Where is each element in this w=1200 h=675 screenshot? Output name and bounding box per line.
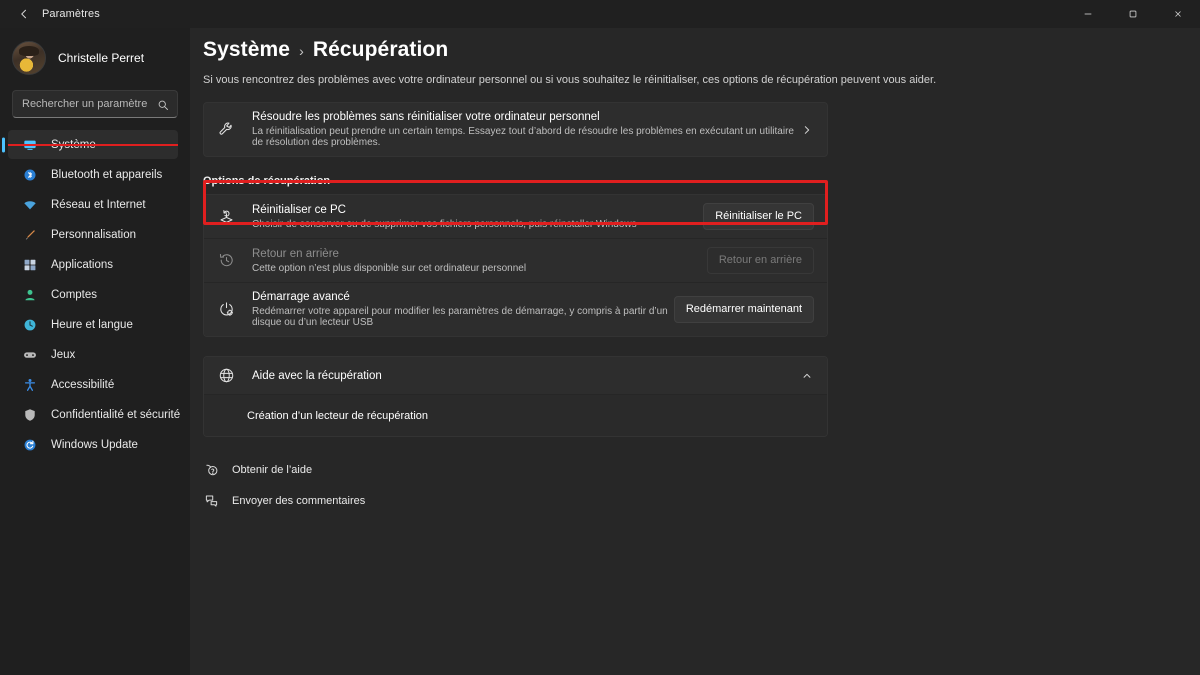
sidebar-item-windows-update[interactable]: Windows Update xyxy=(8,430,178,459)
sidebar-item-label: Jeux xyxy=(51,348,76,361)
breadcrumb-root[interactable]: Système xyxy=(203,38,290,62)
breadcrumb: Système › Récupération xyxy=(203,38,1200,62)
wifi-icon xyxy=(22,197,38,213)
maximize-button[interactable] xyxy=(1110,0,1155,28)
help-accordion-header[interactable]: Aide avec la récupération xyxy=(204,357,827,395)
sidebar-item-jeux[interactable]: Jeux xyxy=(8,340,178,369)
search-input[interactable] xyxy=(13,91,177,117)
help-accordion-text: Aide avec la récupération xyxy=(252,362,800,390)
sidebar-nav: Système Bluetooth et appareils Réseau et… xyxy=(0,130,190,459)
sidebar-item-label: Confidentialité et sécurité xyxy=(51,408,181,421)
go-back-subtitle: Cette option n’est plus disponible sur c… xyxy=(252,262,527,274)
bluetooth-icon xyxy=(22,167,38,183)
window-title: Paramètres xyxy=(42,8,100,20)
help-accordion-title: Aide avec la récupération xyxy=(252,369,382,382)
feedback-icon xyxy=(203,494,219,507)
troubleshoot-text: Résoudre les problèmes sans réinitialise… xyxy=(252,103,800,156)
search-box[interactable] xyxy=(12,90,178,118)
reset-pc-button[interactable]: Réinitialiser le PC xyxy=(703,203,814,230)
help-accordion: Aide avec la récupération Création d’un … xyxy=(203,356,828,437)
sidebar-item-applications[interactable]: Applications xyxy=(8,250,178,279)
sidebar-item-heure-et-langue[interactable]: Heure et langue xyxy=(8,310,178,339)
troubleshoot-subtitle: La réinitialisation peut prendre un cert… xyxy=(252,126,794,148)
advanced-startup-text: Démarrage avancé Redémarrer votre appare… xyxy=(252,283,674,336)
apps-icon xyxy=(22,257,38,273)
chevron-up-icon[interactable] xyxy=(800,371,814,381)
title-bar: Paramètres xyxy=(0,0,1200,28)
help-accordion-body: Création d’un lecteur de récupération xyxy=(204,395,827,436)
page-header: Système › Récupération Si vous rencontre… xyxy=(190,28,1200,86)
troubleshoot-section: Résoudre les problèmes sans réinitialise… xyxy=(190,102,1200,157)
advanced-startup-icon xyxy=(217,301,235,318)
gamepad-icon xyxy=(22,347,38,363)
sidebar-item-label: Windows Update xyxy=(51,438,138,451)
recovery-options-group: Réinitialiser ce PC Choisir de conserver… xyxy=(203,194,828,337)
sidebar-item-bluetooth-et-appareils[interactable]: Bluetooth et appareils xyxy=(8,160,178,189)
sidebar-item-comptes[interactable]: Comptes xyxy=(8,280,178,309)
sidebar-item-label: Accessibilité xyxy=(51,378,115,391)
go-back-text: Retour en arrière Cette option n’est plu… xyxy=(252,240,707,282)
sidebar-item-confidentialite-et-securite[interactable]: Confidentialité et sécurité xyxy=(8,400,181,429)
systeme-nav-underline xyxy=(8,144,178,146)
reset-pc-title: Réinitialiser ce PC xyxy=(252,203,346,216)
get-help-link[interactable]: Obtenir de l’aide xyxy=(195,459,1200,480)
create-recovery-drive-link[interactable]: Création d’un lecteur de récupération xyxy=(247,410,428,422)
update-icon xyxy=(22,437,38,453)
troubleshoot-title: Résoudre les problèmes sans réinitialise… xyxy=(252,111,600,123)
advanced-startup-row[interactable]: Démarrage avancé Redémarrer votre appare… xyxy=(204,283,827,336)
brush-icon xyxy=(22,227,38,243)
sidebar-item-label: Heure et langue xyxy=(51,318,133,331)
sidebar: Christelle Perret Système xyxy=(0,28,190,675)
recovery-section-label: Options de récupération xyxy=(203,175,331,187)
wrench-icon xyxy=(217,121,235,138)
send-feedback-label: Envoyer des commentaires xyxy=(232,494,366,507)
close-button[interactable] xyxy=(1155,0,1200,28)
profile-name: Christelle Perret xyxy=(58,51,145,65)
reset-pc-row[interactable]: Réinitialiser ce PC Choisir de conserver… xyxy=(204,195,827,239)
search-icon xyxy=(157,98,169,110)
go-back-row: Retour en arrière Cette option n’est plu… xyxy=(204,239,827,283)
get-help-label: Obtenir de l’aide xyxy=(232,463,313,476)
search-container xyxy=(0,90,190,118)
sidebar-item-label: Personnalisation xyxy=(51,228,137,241)
accessibility-icon xyxy=(22,377,38,393)
clock-icon xyxy=(22,317,38,333)
go-back-title: Retour en arrière xyxy=(252,247,339,260)
globe-help-icon xyxy=(217,367,235,384)
go-back-button: Retour en arrière xyxy=(706,247,814,274)
history-icon xyxy=(217,252,235,269)
main-content: Système › Récupération Si vous rencontre… xyxy=(190,28,1200,675)
minimize-button[interactable] xyxy=(1065,0,1110,28)
sidebar-item-label: Réseau et Internet xyxy=(51,198,146,211)
sidebar-item-label: Comptes xyxy=(51,288,98,301)
sidebar-item-personnalisation[interactable]: Personnalisation xyxy=(8,220,178,249)
reset-pc-subtitle: Choisir de conserver ou de supprimer vos… xyxy=(252,218,637,230)
help-icon xyxy=(203,463,219,476)
chevron-right-icon[interactable] xyxy=(800,125,814,135)
reset-pc-text: Réinitialiser ce PC Choisir de conserver… xyxy=(252,196,703,238)
advanced-startup-title: Démarrage avancé xyxy=(252,291,350,303)
user-profile[interactable]: Christelle Perret xyxy=(0,28,190,88)
settings-window: Paramètres Christelle Perret Rechercher … xyxy=(0,0,1200,675)
account-icon xyxy=(22,287,38,303)
breadcrumb-separator-icon: › xyxy=(299,43,304,59)
page-description: Si vous rencontrez des problèmes avec vo… xyxy=(203,74,937,86)
page-title: Récupération xyxy=(312,38,449,61)
shield-icon xyxy=(22,407,38,423)
sidebar-item-accessibilite[interactable]: Accessibilité xyxy=(8,370,178,399)
footer-links: Obtenir de l’aide Envoyer des commentair… xyxy=(195,459,1200,511)
sidebar-item-reseau-et-internet[interactable]: Réseau et Internet xyxy=(8,190,178,219)
reset-pc-icon xyxy=(217,208,235,225)
sidebar-item-label: Applications xyxy=(51,258,114,271)
troubleshoot-card[interactable]: Résoudre les problèmes sans réinitialise… xyxy=(203,102,828,157)
send-feedback-link[interactable]: Envoyer des commentaires xyxy=(195,490,1200,511)
sidebar-item-label: Bluetooth et appareils xyxy=(51,168,163,181)
advanced-startup-subtitle: Redémarrer votre appareil pour modifier … xyxy=(252,306,668,328)
restart-now-button[interactable]: Redémarrer maintenant xyxy=(673,296,814,323)
back-arrow-icon[interactable] xyxy=(10,4,38,24)
avatar xyxy=(12,41,46,75)
